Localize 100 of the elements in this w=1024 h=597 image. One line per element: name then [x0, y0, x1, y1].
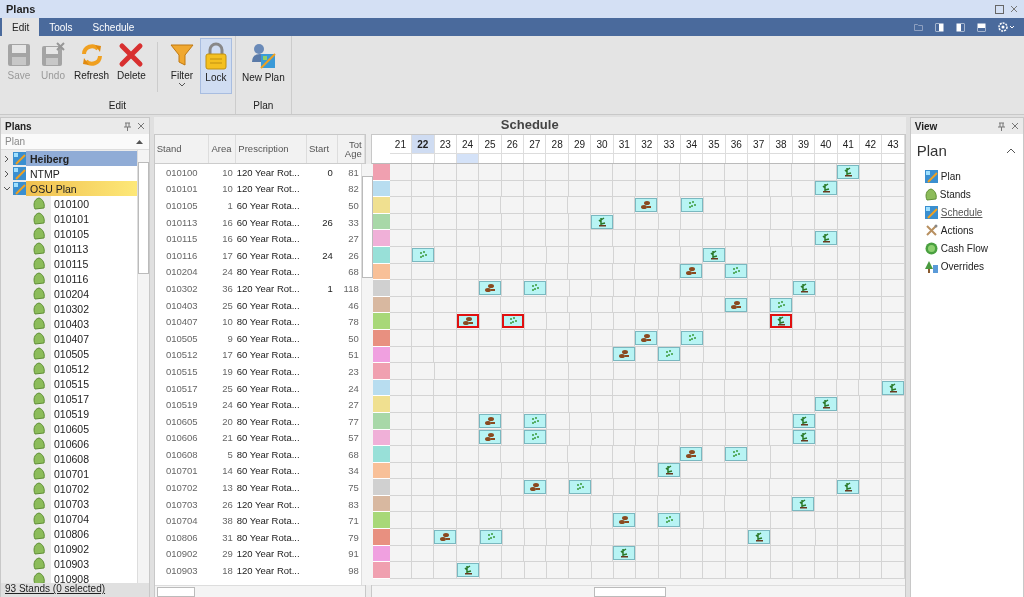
tree-item[interactable]: 010903 — [51, 556, 137, 571]
table-cell-text: 010605 — [164, 415, 199, 427]
ribbon-button[interactable]: Lock — [199, 38, 232, 94]
tree-item[interactable]: 010100 — [51, 196, 137, 211]
tree-item[interactable]: OSU Plan — [26, 181, 137, 196]
table-cell-text: 010703 — [164, 498, 199, 510]
ribbon-button[interactable]: Refresh — [71, 38, 112, 94]
tree-item[interactable]: 010204 — [51, 286, 137, 301]
year-header[interactable]: 36 — [725, 135, 748, 153]
year-header[interactable]: 25 — [479, 135, 502, 153]
tree-item[interactable]: 010116 — [51, 271, 137, 286]
year-header[interactable]: 29 — [568, 135, 592, 153]
table-cell-text: 010101 — [164, 183, 199, 195]
year-header[interactable]: 42 — [859, 135, 883, 153]
column-header[interactable]: Area — [209, 135, 237, 163]
year-header[interactable]: 28 — [546, 135, 569, 153]
table-cell-text: 60 Year Rota... — [235, 382, 301, 394]
tree-item[interactable]: 010702 — [51, 481, 137, 496]
table-cell-text: 77 — [347, 415, 360, 427]
year-header[interactable]: 32 — [636, 135, 659, 153]
tree-item[interactable]: 010403 — [51, 316, 137, 331]
tree-item[interactable]: 010704 — [51, 511, 137, 526]
tree-item[interactable]: 010101 — [51, 211, 137, 226]
tree-item[interactable]: 010505 — [51, 346, 137, 361]
tree-item[interactable]: 010806 — [51, 526, 137, 541]
column-header[interactable]: Prescription — [236, 135, 307, 163]
year-header[interactable]: 39 — [792, 135, 816, 153]
tree-item[interactable]: 010512 — [51, 361, 137, 376]
ribbon-tab[interactable]: Edit — [2, 18, 40, 36]
year-header[interactable]: 37 — [748, 135, 771, 153]
year-header[interactable]: 41 — [837, 135, 860, 153]
tree-item[interactable]: 010519 — [51, 406, 137, 421]
table-cell-text: 80 Year Rota... — [235, 515, 301, 527]
tree-item[interactable]: 010113 — [51, 241, 137, 256]
year-header[interactable]: 43 — [882, 135, 905, 153]
table-cell-text: 19 — [221, 365, 234, 377]
group-label: Plan — [252, 100, 275, 113]
tree-item[interactable]: 010902 — [51, 541, 137, 556]
tree-item[interactable]: 010302 — [51, 301, 137, 316]
table-cell-text: 38 — [221, 515, 234, 527]
tree-item[interactable]: 010703 — [51, 496, 137, 511]
table-cell-text: 010903 — [164, 565, 199, 577]
tree-item[interactable]: 010605 — [51, 421, 137, 436]
tree-item[interactable]: 010407 — [51, 331, 137, 346]
table-cell-text: 27 — [347, 233, 360, 245]
year-header[interactable]: 22 — [412, 135, 435, 153]
nav-link[interactable]: Overrides — [924, 259, 1023, 274]
table-cell-text: 23 — [347, 365, 360, 377]
column-header[interactable]: Stand — [154, 135, 210, 163]
ribbon-tab[interactable]: Tools — [39, 18, 83, 36]
nav-link[interactable]: Stands — [924, 187, 1023, 202]
table-cell-text: 120 Year Rot... — [235, 565, 301, 577]
year-header[interactable]: 23 — [434, 135, 457, 153]
nav-link[interactable]: Plan — [924, 169, 1023, 184]
tree-item[interactable]: 010515 — [51, 376, 137, 391]
table-cell-text: 010701 — [164, 465, 199, 477]
tree-item[interactable]: 010517 — [51, 391, 137, 406]
table-cell-text: 80 Year Rota... — [235, 266, 301, 278]
ribbon-button[interactable]: Filter — [165, 38, 198, 94]
year-header[interactable]: 40 — [815, 135, 838, 153]
year-header[interactable]: 38 — [770, 135, 793, 153]
column-header[interactable]: Start — [307, 135, 338, 163]
table-cell-text: 34 — [347, 465, 360, 477]
tree-item[interactable]: 010608 — [51, 451, 137, 466]
year-header[interactable]: 30 — [591, 135, 614, 153]
table-cell-text: 10 — [221, 166, 234, 178]
tree-item[interactable]: 010115 — [51, 256, 137, 271]
table-cell-text: 010407 — [164, 316, 199, 328]
table-cell-text: 60 Year Rota... — [235, 249, 301, 261]
panel-title: View — [914, 120, 938, 132]
table-cell-text: 80 Year Rota... — [235, 415, 301, 427]
ribbon-button[interactable]: New Plan — [238, 38, 288, 94]
table-cell-text: 68 — [347, 266, 360, 278]
status-text[interactable]: 93 Stands (0 selected) — [1, 583, 149, 597]
table-cell-text: 010505 — [164, 332, 199, 344]
table-cell-text: 80 Year Rota... — [235, 482, 301, 494]
ribbon-tab[interactable]: Schedule — [82, 18, 145, 36]
tree-item[interactable]: 010606 — [51, 436, 137, 451]
year-header[interactable]: 35 — [703, 135, 726, 153]
column-header[interactable]: Tot Age — [337, 135, 365, 163]
table-cell-text: 10 — [221, 316, 234, 328]
tree-item[interactable]: 010908 — [51, 571, 137, 583]
nav-link[interactable]: Schedule — [924, 205, 1023, 220]
column-header[interactable]: Plan — [5, 136, 25, 147]
year-header[interactable]: 26 — [501, 135, 525, 153]
year-header[interactable]: 31 — [613, 135, 637, 153]
table-cell-text: 17 — [221, 349, 234, 361]
year-header[interactable]: 33 — [658, 135, 681, 153]
nav-link[interactable]: Cash Flow — [924, 241, 1023, 256]
table-cell-text: 25 — [221, 299, 234, 311]
table-cell-text: 60 Year Rota... — [235, 200, 301, 211]
nav-link[interactable]: Actions — [924, 223, 1023, 238]
year-header[interactable]: 27 — [524, 135, 547, 153]
ribbon-button[interactable]: Delete — [114, 38, 149, 94]
tree-item[interactable]: Heiberg — [26, 151, 137, 166]
table-cell-text: 75 — [347, 482, 360, 494]
year-header[interactable]: 34 — [680, 135, 704, 153]
tree-item[interactable]: 010701 — [51, 466, 137, 481]
tree-item[interactable]: NTMP — [26, 166, 137, 181]
tree-item[interactable]: 010105 — [51, 226, 137, 241]
